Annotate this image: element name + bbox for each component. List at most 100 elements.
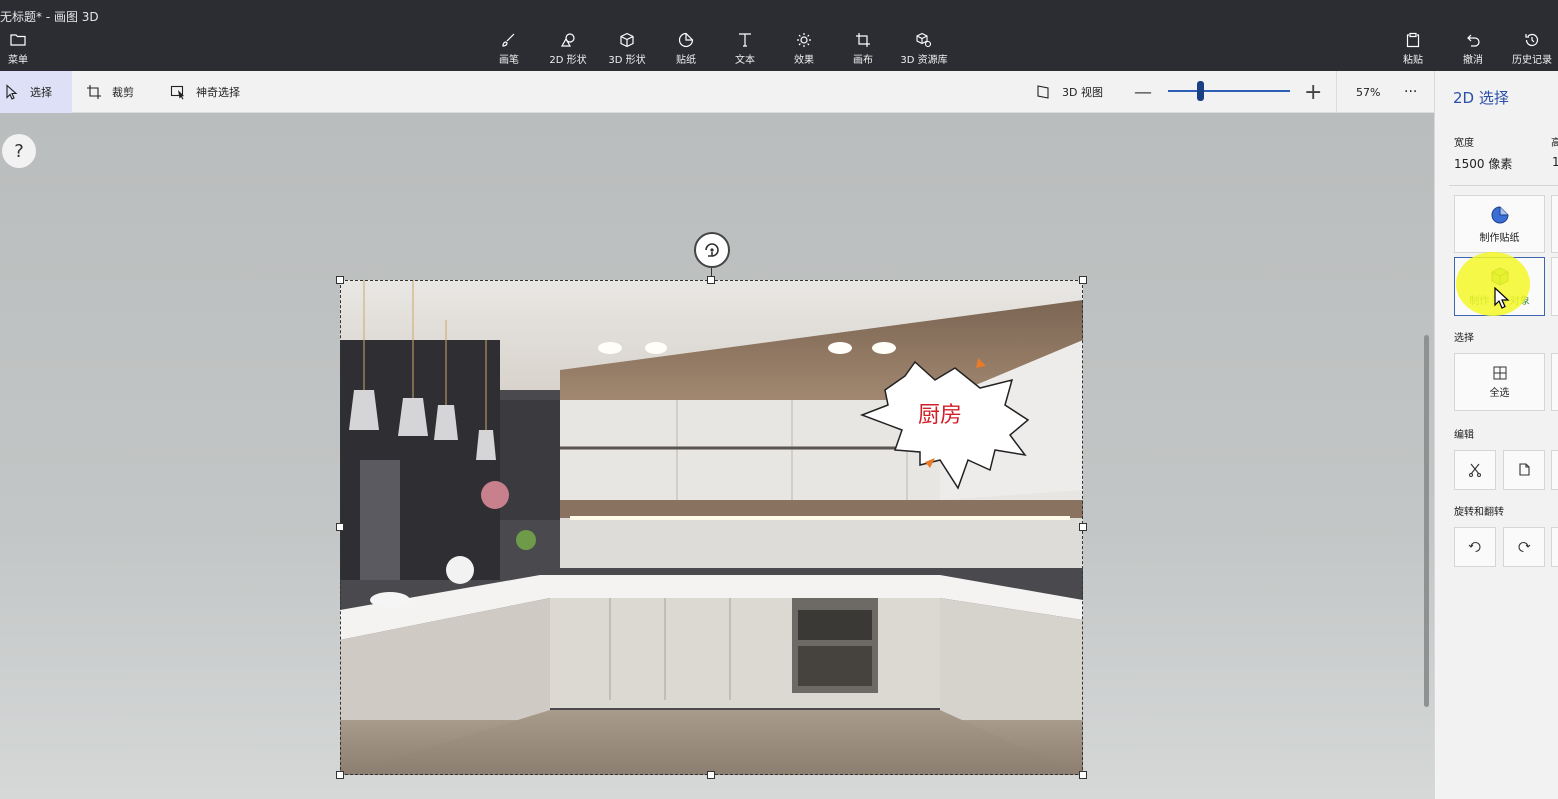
rotate-right-button[interactable] [1503, 527, 1545, 567]
shapes2d-label: 2D 形状 [549, 55, 587, 66]
undo-icon [1467, 34, 1480, 47]
resize-handle-se[interactable] [1079, 771, 1087, 779]
library3d-button[interactable]: 3D 资源库 [896, 32, 952, 70]
stickers-label: 贴纸 [676, 55, 696, 66]
zoom-slider-thumb[interactable] [1197, 81, 1204, 101]
brushes-label: 画笔 [499, 55, 519, 66]
select-all-label: 全选 [1489, 387, 1510, 399]
resize-handle-w[interactable] [336, 523, 344, 531]
sub-toolbar: 选择 裁剪 神奇选择 3D 视图 — + 57% ··· [0, 71, 1434, 113]
paste-button[interactable]: 粘贴 [1385, 32, 1441, 70]
resize-handle-ne[interactable] [1079, 276, 1087, 284]
partial-card-edit[interactable] [1551, 450, 1558, 490]
rotate-left-button[interactable] [1454, 527, 1496, 567]
sticker-text: 厨房 [918, 403, 962, 428]
height-value[interactable]: 1 [1552, 155, 1558, 169]
library3d-label: 3D 资源库 [900, 55, 948, 66]
kitchen-photo[interactable]: 厨房 [340, 280, 1083, 775]
select-all-icon [1493, 366, 1506, 379]
cube-3d-icon [1491, 267, 1508, 286]
menu-button[interactable]: 菜单 [0, 32, 46, 70]
width-value[interactable]: 1500 像素 [1454, 155, 1512, 172]
history-label: 历史记录 [1512, 55, 1552, 66]
make-3d-object-button[interactable]: 制作 3D 对象 [1454, 257, 1545, 316]
canvas-scrollbar[interactable] [1424, 335, 1429, 707]
stickers-button[interactable]: 贴纸 [658, 32, 714, 70]
canvas-label: 画布 [853, 55, 873, 66]
magic-select-icon [170, 85, 184, 100]
make-sticker-label: 制作贴纸 [1479, 232, 1520, 244]
rotate-section-label: 旋转和翻转 [1454, 507, 1504, 518]
text-button[interactable]: 文本 [717, 32, 773, 70]
partial-card-top[interactable] [1551, 195, 1558, 253]
partial-card-select[interactable] [1551, 353, 1558, 411]
undo-label: 撤消 [1463, 55, 1483, 66]
folder-icon [10, 34, 26, 46]
minus-icon: — [1134, 81, 1152, 103]
text-label: 文本 [735, 55, 755, 66]
history-button[interactable]: 历史记录 [1504, 32, 1558, 70]
select-label: 选择 [30, 86, 52, 99]
resize-handle-sw[interactable] [336, 771, 344, 779]
more-button[interactable]: ··· [1404, 71, 1417, 113]
zoom-slider-track[interactable] [1168, 90, 1290, 92]
magic-select-tool[interactable]: 神奇选择 [170, 71, 240, 113]
divider [1449, 185, 1558, 186]
zoom-percent: 57% [1356, 85, 1381, 99]
make-sticker-button[interactable]: 制作贴纸 [1454, 195, 1545, 253]
help-icon: ? [14, 140, 24, 162]
resize-handle-n[interactable] [707, 276, 715, 284]
help-button[interactable]: ? [2, 134, 36, 168]
height-label: 高 [1551, 134, 1558, 149]
width-label: 宽度 [1454, 138, 1474, 149]
paste-label: 粘贴 [1403, 55, 1423, 66]
view3d-toggle[interactable]: 3D 视图 [1036, 71, 1103, 113]
copy-icon [1519, 463, 1530, 476]
side-panel: 2D 选择 宽度 高 1500 像素 1 制作贴纸 制作 3D 对象 选择 全选… [1434, 71, 1558, 799]
crop-tool[interactable]: 裁剪 [86, 71, 134, 113]
select-tool[interactable]: 选择 [0, 71, 72, 113]
crop-icon [87, 85, 101, 99]
pointer-icon [6, 84, 18, 100]
divider [1336, 71, 1337, 113]
resize-handle-e[interactable] [1079, 523, 1087, 531]
undo-button[interactable]: 撤消 [1445, 32, 1501, 70]
zoom-value: 57% [1356, 71, 1380, 113]
cut-button[interactable] [1454, 450, 1496, 490]
kitchen-image: 厨房 [340, 280, 1083, 775]
clipboard-icon [1406, 32, 1420, 48]
select-all-button[interactable]: 全选 [1454, 353, 1545, 411]
rotate-left-icon [1468, 541, 1481, 553]
effects-button[interactable]: 效果 [776, 32, 832, 70]
title-bar: 无标题* - 画图 3D 菜单 画笔 2D 形状 3D 形状 贴纸 文本 效果 … [0, 0, 1558, 71]
resize-handle-nw[interactable] [336, 276, 344, 284]
rotate-icon [705, 243, 719, 257]
partial-card-mid[interactable] [1551, 257, 1558, 316]
cube-icon [620, 32, 634, 48]
rotate-handle[interactable] [694, 232, 730, 268]
edit-section-label: 编辑 [1454, 430, 1474, 441]
shapes3d-button[interactable]: 3D 形状 [599, 32, 655, 70]
text-icon [739, 33, 751, 47]
brush-icon [502, 33, 515, 47]
effects-label: 效果 [794, 55, 814, 66]
magic-select-label: 神奇选择 [196, 86, 240, 99]
shapes2d-button[interactable]: 2D 形状 [540, 32, 596, 70]
canvas-button[interactable]: 画布 [835, 32, 891, 70]
select-section-label: 选择 [1454, 333, 1474, 344]
history-icon [1525, 33, 1539, 47]
zoom-out-button[interactable]: — [1134, 71, 1152, 113]
partial-card-rotate[interactable] [1551, 527, 1558, 567]
window-title: 无标题* - 画图 3D [0, 10, 99, 24]
crop-label: 裁剪 [112, 86, 134, 99]
resize-handle-s[interactable] [707, 771, 715, 779]
panel-title: 2D 选择 [1453, 89, 1509, 107]
more-icon: ··· [1404, 84, 1418, 100]
copy-button[interactable] [1503, 450, 1545, 490]
plus-icon: + [1304, 79, 1323, 105]
canvas-crop-icon [856, 33, 870, 47]
zoom-in-button[interactable]: + [1304, 71, 1322, 113]
menu-label: 菜单 [8, 55, 28, 66]
brushes-button[interactable]: 画笔 [481, 32, 537, 70]
view3d-label: 3D 视图 [1062, 86, 1103, 99]
